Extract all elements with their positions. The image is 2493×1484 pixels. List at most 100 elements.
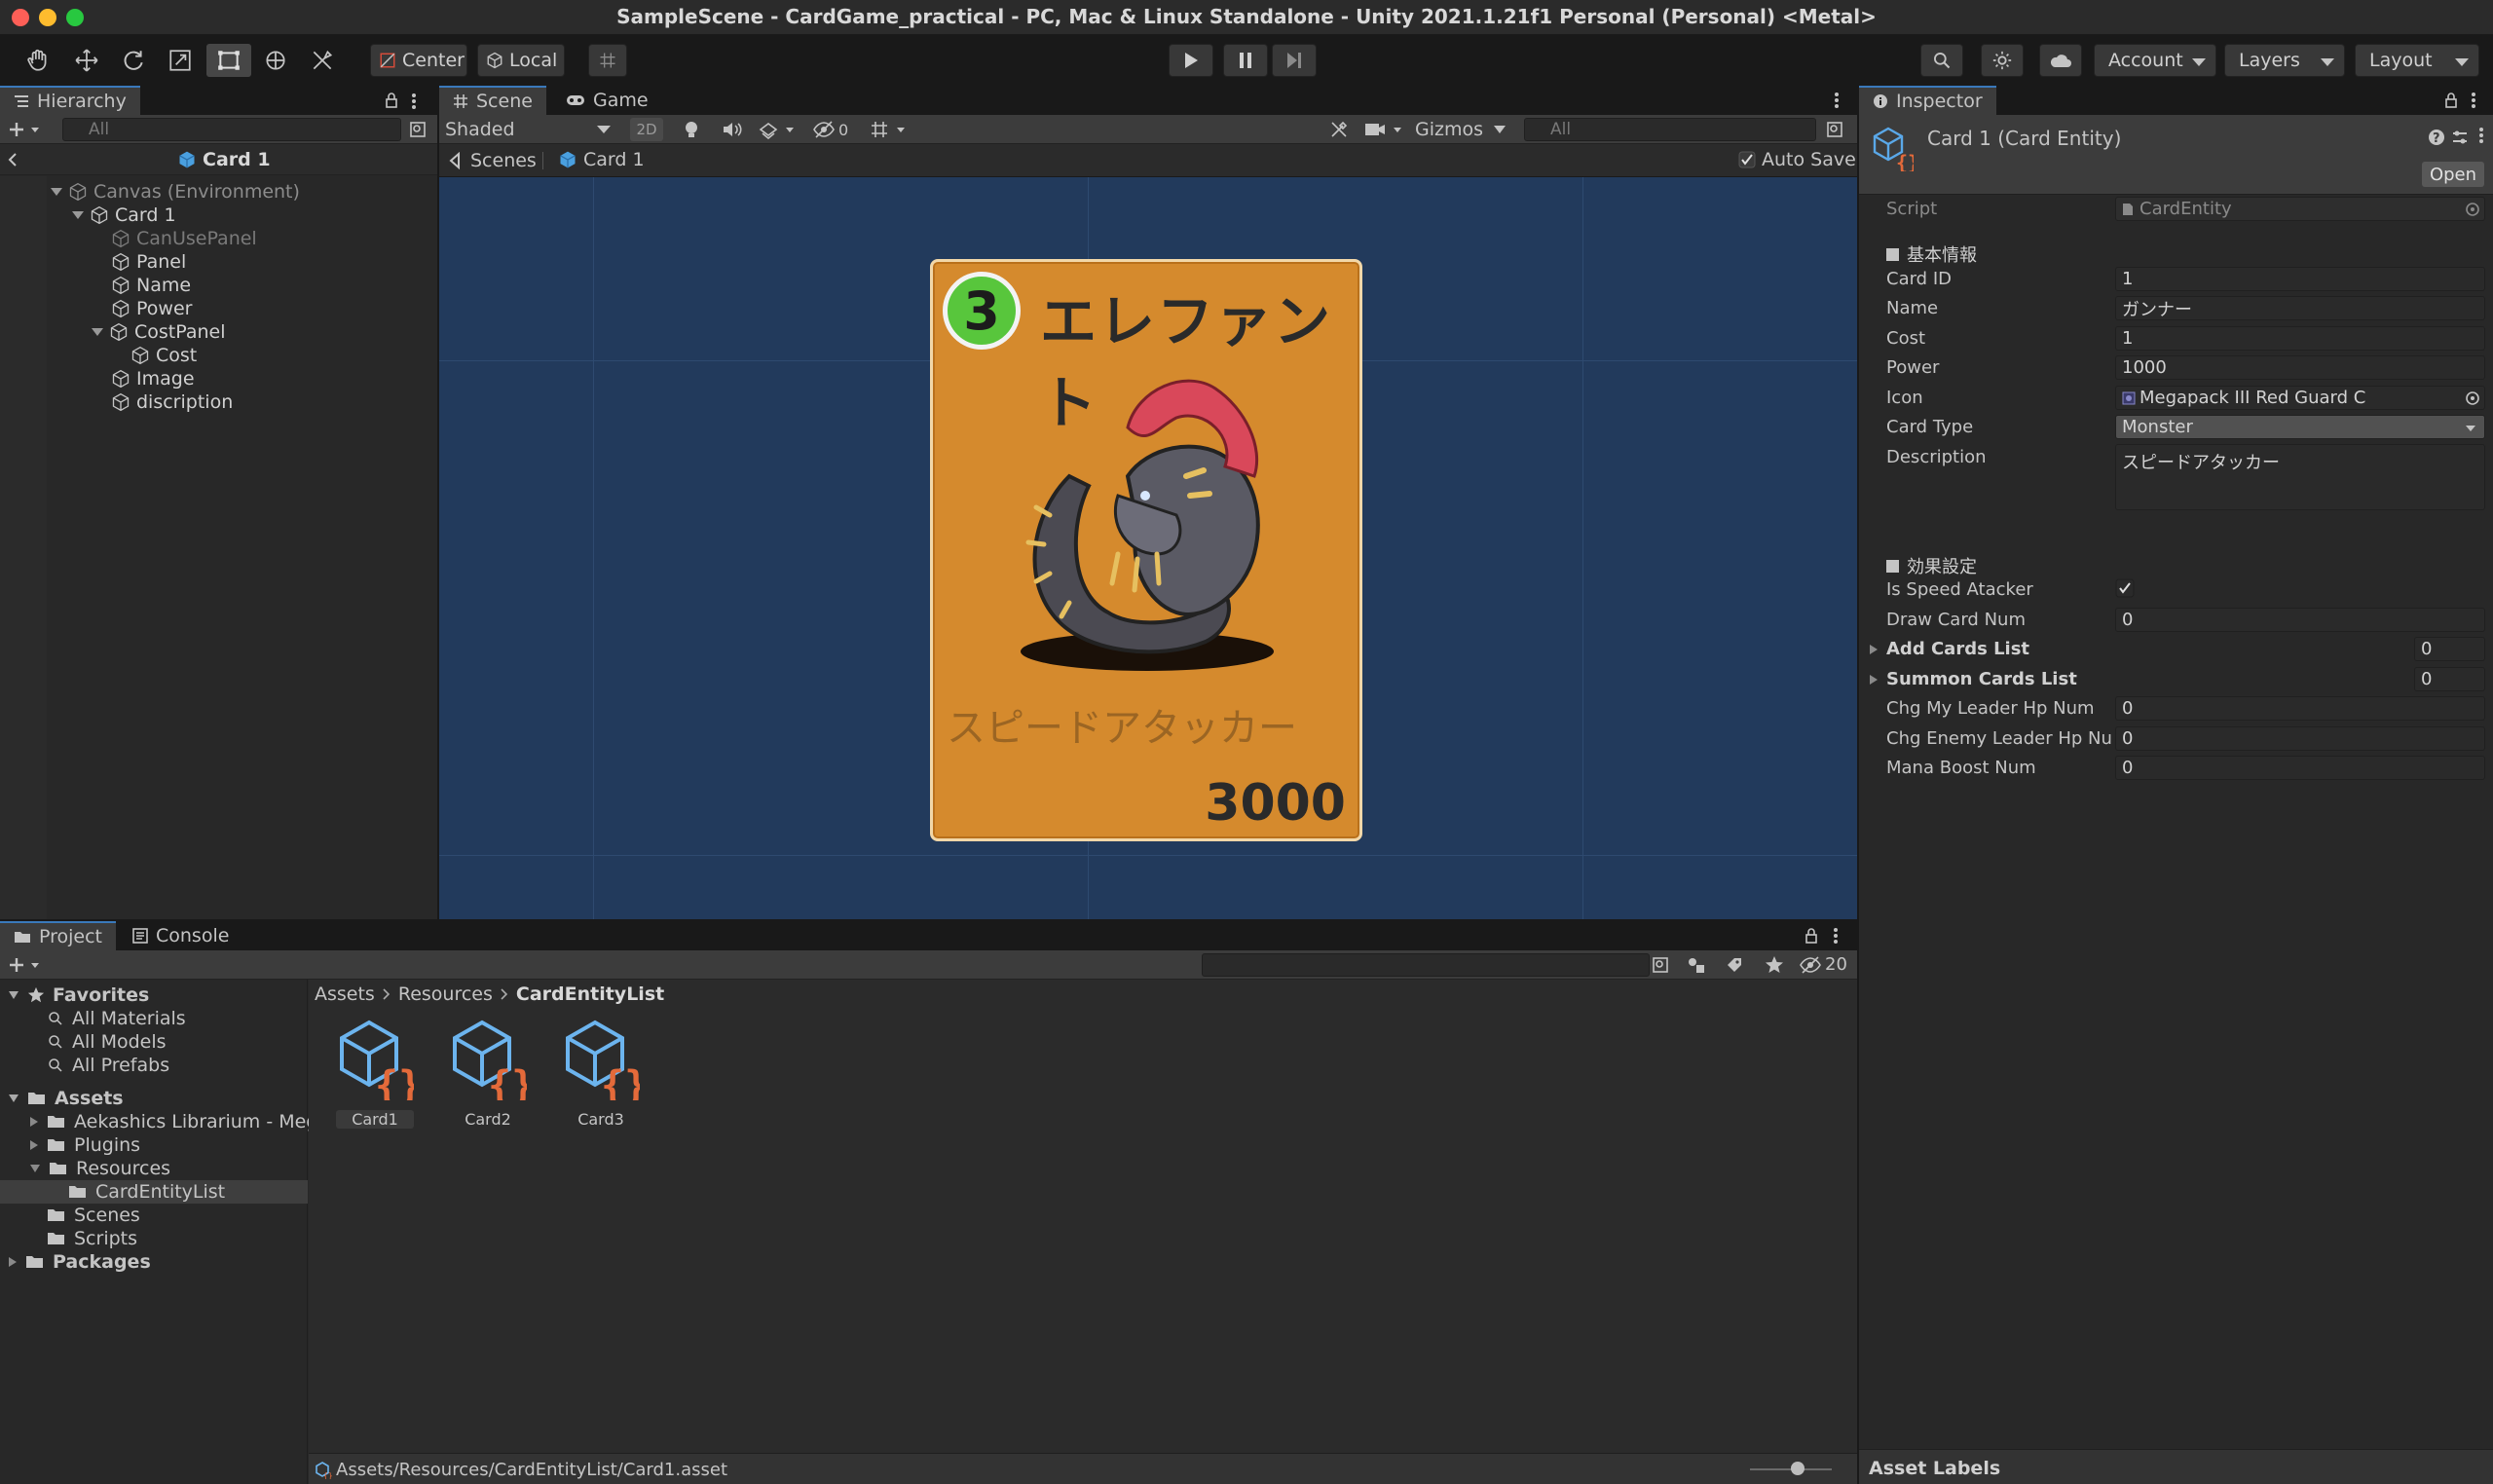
search-button[interactable] xyxy=(1920,44,1963,77)
effects-icon[interactable] xyxy=(759,120,798,139)
layers-dropdown[interactable]: Layers xyxy=(2224,44,2345,77)
icon-object-field[interactable]: Megapack III Red Guard C xyxy=(2115,386,2485,410)
more-options-icon[interactable] xyxy=(2471,92,2476,109)
search-filter-icon[interactable] xyxy=(1826,121,1843,138)
add-icon[interactable] xyxy=(8,121,41,138)
card-breadcrumb[interactable]: Card 1 xyxy=(558,149,645,170)
2d-mode-toggle[interactable]: 2D xyxy=(630,118,663,141)
icon-size-slider-thumb[interactable] xyxy=(1791,1462,1805,1475)
chg-my-leader-hp-input[interactable]: 0 xyxy=(2115,696,2485,721)
scene-visibility-toggle[interactable]: 0 xyxy=(813,119,848,140)
scenes-breadcrumb[interactable]: Scenes xyxy=(447,150,537,171)
search-filter-icon[interactable] xyxy=(409,121,427,138)
hierarchy-item-power[interactable]: Power xyxy=(111,297,192,320)
play-button[interactable] xyxy=(1169,44,1213,77)
tab-hierarchy[interactable]: Hierarchy xyxy=(0,86,140,115)
audio-icon[interactable] xyxy=(722,121,743,138)
add-cards-list-size[interactable]: 0 xyxy=(2414,637,2485,661)
scene-viewport[interactable]: 3 エレファント スピードアタッカー 3000 xyxy=(439,177,1857,919)
hierarchy-item-panel[interactable]: Panel xyxy=(111,250,186,274)
tools-icon[interactable] xyxy=(1329,120,1349,139)
hand-tool-icon[interactable] xyxy=(16,44,60,77)
card-type-dropdown[interactable]: Monster xyxy=(2115,415,2485,439)
back-arrow-icon[interactable] xyxy=(8,153,18,167)
asset-card1[interactable]: {} Card1 xyxy=(336,1019,414,1135)
pivot-center-button[interactable]: Center xyxy=(370,44,467,77)
draw-card-num-input[interactable]: 0 xyxy=(2115,608,2485,632)
asset-card2[interactable]: {} Card2 xyxy=(449,1019,527,1135)
more-options-icon[interactable] xyxy=(1833,927,1839,945)
tab-inspector[interactable]: Inspector xyxy=(1859,86,1996,115)
auto-save-toggle[interactable]: Auto Save xyxy=(1738,149,1856,170)
power-input[interactable]: 1000 xyxy=(2115,355,2485,380)
star-icon[interactable] xyxy=(1765,955,1784,975)
mana-boost-num-input[interactable]: 0 xyxy=(2115,756,2485,780)
breadcrumb-cardentitylist[interactable]: CardEntityList xyxy=(516,983,664,1005)
favorite-all-prefabs[interactable]: All Prefabs xyxy=(47,1054,169,1077)
lock-icon[interactable] xyxy=(2443,93,2459,108)
tab-console[interactable]: Console xyxy=(119,921,242,950)
folder-scripts[interactable]: Scripts xyxy=(47,1227,137,1250)
filter-by-type-icon[interactable] xyxy=(1687,956,1706,974)
hierarchy-search-input[interactable]: All xyxy=(62,118,401,141)
description-textarea[interactable]: スピードアタッカー xyxy=(2115,444,2485,510)
open-button[interactable]: Open xyxy=(2422,162,2484,187)
shading-mode-dropdown[interactable]: Shaded xyxy=(445,117,620,142)
presets-icon[interactable] xyxy=(2451,129,2469,146)
hierarchy-item-discription[interactable]: discription xyxy=(111,390,233,414)
breadcrumb-assets[interactable]: Assets xyxy=(315,983,375,1005)
folder-aekashics[interactable]: Aekashics Librarium - Mega xyxy=(29,1110,329,1133)
is-speed-atacker-checkbox[interactable] xyxy=(2115,578,2135,598)
move-tool-icon[interactable] xyxy=(64,44,109,77)
hierarchy-item-cost[interactable]: Cost xyxy=(130,344,197,367)
hierarchy-item-image[interactable]: Image xyxy=(111,367,195,390)
game-card[interactable]: 3 エレファント スピードアタッカー 3000 xyxy=(930,259,1362,841)
pivot-local-button[interactable]: Local xyxy=(477,44,565,77)
name-input[interactable]: ガンナー xyxy=(2115,296,2485,320)
account-dropdown[interactable]: Account xyxy=(2094,44,2216,77)
breadcrumb-resources[interactable]: Resources xyxy=(398,983,493,1005)
label-tag-icon[interactable] xyxy=(1726,956,1743,974)
assets-foldout[interactable]: Assets xyxy=(8,1087,124,1110)
folder-scenes[interactable]: Scenes xyxy=(47,1204,140,1227)
grid-snap-button[interactable] xyxy=(588,44,627,77)
card-id-input[interactable]: 1 xyxy=(2115,267,2485,291)
favorite-all-materials[interactable]: All Materials xyxy=(47,1007,186,1030)
add-icon[interactable] xyxy=(8,956,41,974)
asset-card3[interactable]: {} Card3 xyxy=(562,1019,640,1135)
tab-scene[interactable]: Scene xyxy=(439,86,546,115)
gizmos-dropdown[interactable]: Gizmos xyxy=(1415,117,1507,142)
packages-foldout[interactable]: Packages xyxy=(8,1250,151,1274)
rotate-tool-icon[interactable] xyxy=(111,44,156,77)
add-cards-list-foldout[interactable]: Add Cards List xyxy=(1869,639,2029,659)
hierarchy-item-name[interactable]: Name xyxy=(111,274,191,297)
help-icon[interactable]: ? xyxy=(2428,129,2445,146)
lock-icon[interactable] xyxy=(384,93,399,108)
hierarchy-item-costpanel[interactable]: CostPanel xyxy=(92,320,226,344)
hidden-packages-toggle[interactable]: 20 xyxy=(1800,954,1847,975)
more-options-icon[interactable] xyxy=(2478,127,2484,144)
summon-cards-list-size[interactable]: 0 xyxy=(2414,667,2485,691)
lock-icon[interactable] xyxy=(1804,928,1819,944)
pause-button[interactable] xyxy=(1223,44,1268,77)
lighting-icon[interactable] xyxy=(683,120,700,139)
layout-dropdown[interactable]: Layout xyxy=(2355,44,2479,77)
camera-icon[interactable] xyxy=(1364,121,1405,138)
cloud-button[interactable] xyxy=(2039,44,2082,77)
cost-input[interactable]: 1 xyxy=(2115,326,2485,351)
tab-project[interactable]: Project xyxy=(0,921,117,950)
custom-tool-icon[interactable] xyxy=(300,44,345,77)
scene-search-input[interactable]: All xyxy=(1524,118,1816,141)
asset-labels-bar[interactable]: Asset Labels xyxy=(1859,1449,2493,1484)
favorite-all-models[interactable]: All Models xyxy=(47,1030,167,1054)
folder-plugins[interactable]: Plugins xyxy=(29,1133,140,1157)
more-options-icon[interactable] xyxy=(411,93,417,110)
hierarchy-item-canvas-environment[interactable]: Canvas (Environment) xyxy=(51,180,300,204)
grid-toggle-icon[interactable] xyxy=(870,120,909,139)
chg-enemy-leader-hp-input[interactable]: 0 xyxy=(2115,726,2485,751)
prefab-breadcrumb[interactable]: Card 1 xyxy=(177,149,271,170)
folder-cardentitylist-selected[interactable]: CardEntityList xyxy=(0,1180,308,1204)
hierarchy-item-card-1[interactable]: Card 1 xyxy=(72,204,176,227)
rect-tool-icon[interactable] xyxy=(206,44,251,77)
transform-tool-icon[interactable] xyxy=(253,44,298,77)
